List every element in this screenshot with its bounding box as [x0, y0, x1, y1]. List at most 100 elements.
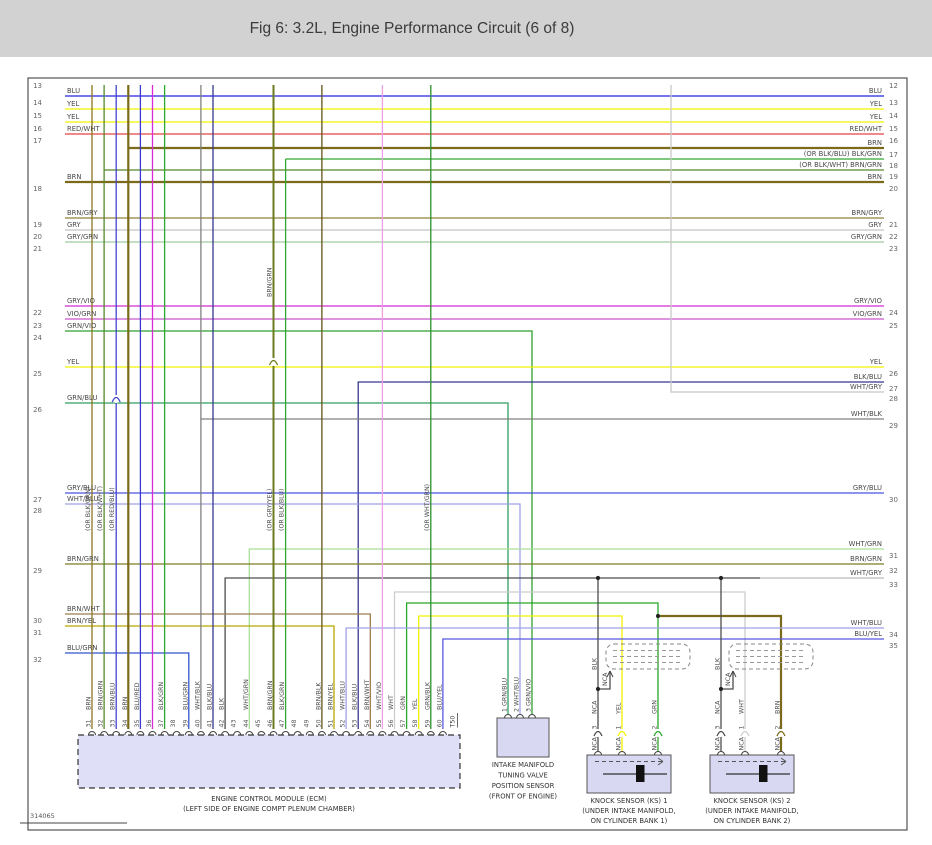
ecm-pin-wire-label: BLK/BLU [207, 683, 214, 710]
intake-pin-label: 1 GRN/BLU [502, 677, 509, 712]
right-pin-number: 14 [889, 112, 898, 120]
ecm-pin-number: 46 [267, 719, 274, 727]
right-pin-number: 24 [889, 309, 898, 317]
right-pin-label: BRN/GRN [850, 555, 882, 563]
right-pin-label: GRY [868, 221, 883, 229]
left-pin-number: 23 [33, 322, 42, 330]
right-pin-number: 16 [889, 137, 898, 145]
ecm-pin-number: 33 [110, 719, 117, 727]
right-pin-label: (OR BLK/BLU) BLK/GRN [804, 150, 882, 158]
ecm-pin-wire-label: BRN/YEL [328, 683, 335, 710]
ecm-pin-wire-label: BRN/GRN [267, 680, 274, 710]
right-pin-label: BLU [869, 87, 882, 95]
ecm-caption: ENGINE CONTROL MODULE (ECM) [211, 795, 327, 803]
ecm-pin-number: 51 [328, 719, 335, 727]
ks-shield-nca-label: NCA [725, 672, 732, 686]
right-pin-label: BLU/YEL [854, 630, 882, 638]
ecm-pin-number: 53 [352, 719, 359, 727]
right-pin-number: 30 [889, 496, 898, 504]
ecm-pin-number: 52 [340, 719, 347, 727]
ecm-pin-number: 50 [315, 719, 322, 727]
right-pin-number: 21 [889, 221, 898, 229]
left-pin-number: 28 [33, 507, 42, 515]
right-pin-label: YEL [869, 358, 882, 366]
ecm-pin-number: 56 [388, 719, 395, 727]
ecm-pin-wire-label: WHT [388, 695, 395, 710]
ecm-pin-wire-label: YEL [412, 698, 419, 711]
right-pin-number: 23 [889, 245, 898, 253]
right-pin-label: WHT/BLU [851, 619, 882, 627]
left-pin-number-partial: 13 [33, 82, 42, 90]
ecm-pin-wire-label: BLU/GRN [182, 682, 189, 710]
left-pin-label: GRN/BLU [67, 394, 97, 402]
ecm-pin-number: 47 [279, 719, 286, 727]
ecm-pin-number: 43 [231, 719, 238, 727]
left-pin-number: 32 [33, 656, 42, 664]
ks-wire-label: BRN [775, 700, 782, 714]
ecm-pin-number: 59 [424, 719, 431, 727]
ecm-pin-wire-label: BRN/BLU [110, 682, 117, 710]
ecm-pin-number: 35 [134, 719, 141, 727]
right-pin-number: 28 [889, 395, 898, 403]
knock-sensor-caption: (UNDER INTAKE MANIFOLD, [705, 807, 798, 815]
right-pin-number: 32 [889, 567, 898, 575]
ecm-caption: (LEFT SIDE OF ENGINE COMPT PLENUM CHAMBE… [183, 805, 355, 813]
left-pin-number: 25 [33, 370, 42, 378]
intake-pin-label: 2 WHT/BLU [514, 677, 521, 712]
ecm-pin-wire-label: WHT/GRN [243, 679, 250, 710]
ecm-pin-wire-label: BLK [219, 697, 226, 710]
right-pin-label: VIO/GRN [853, 310, 882, 318]
right-pin-label: WHT/GRN [849, 540, 882, 548]
right-pin-number: 31 [889, 552, 898, 560]
left-pin-number: 31 [33, 629, 42, 637]
ks-pin-nca-label: NCA [775, 736, 782, 750]
wire-annotation: BRN/GRN [267, 267, 274, 297]
right-pin-label: WHT/GRY [850, 383, 883, 391]
ks-pin-number: 1 [616, 725, 623, 729]
right-pin-number: 34 [889, 631, 898, 639]
ecm-pin-wire-label: BLU/RED [134, 682, 141, 710]
wire-annotation: (OR WHT/GRN) [424, 484, 431, 531]
ecm-pin-wire-label: GRN [400, 696, 407, 710]
ks-wire-nca-label: NCA [592, 700, 599, 714]
right-pin-label: YEL [869, 113, 882, 121]
wire-annotation: (OR GRY/YEL) [267, 489, 274, 531]
right-pin-number: 15 [889, 125, 898, 133]
ecm-pin-wire-label: WHT/BLU [340, 681, 347, 710]
ks-pin-nca-label: NCA [592, 736, 599, 750]
right-pin-label: GRY/BLU [853, 484, 882, 492]
left-pin-number: 26 [33, 406, 42, 414]
left-pin-label: BRN/GRN [67, 555, 99, 563]
right-pin-number: 19 [889, 173, 898, 181]
left-pin-label: BRN [67, 173, 81, 181]
ks-pin-number: 1 [739, 725, 746, 729]
left-pin-number: 27 [33, 496, 42, 504]
left-pin-number: 19 [33, 221, 42, 229]
junction-dot [596, 687, 600, 691]
ks-pin-number: 3 [592, 725, 599, 729]
ecm-pin-number: 49 [303, 719, 310, 727]
knock-sensor-caption: ON CYLINDER BANK 1) [591, 817, 668, 825]
left-pin-label: GRY/GRN [67, 233, 98, 241]
right-pin-number: 13 [889, 99, 898, 107]
right-pin-label: (OR BLK/WHT) BRN/GRN [799, 161, 882, 169]
right-pin-label: GRY/GRN [851, 233, 882, 241]
ecm-pin-number: 57 [400, 719, 407, 727]
ks-pin-number: 2 [775, 725, 782, 729]
ks-wire-nca-label: NCA [715, 700, 722, 714]
right-pin-number: 29 [889, 422, 898, 430]
ks-wire-label: BLK [592, 657, 599, 670]
ecm-pin-number: 38 [170, 719, 177, 727]
ecm-pin-wire-label: BRN [86, 696, 93, 710]
left-pin-number: 29 [33, 567, 42, 575]
ecm-connector-label: T50 [450, 716, 457, 729]
knock-sensor-caption: ON CYLINDER BANK 2) [714, 817, 791, 825]
ks-wire-label: BLK [715, 657, 722, 670]
left-pin-label: BRN/GRY [67, 209, 98, 217]
right-pin-label: WHT/BLK [851, 410, 883, 418]
right-pin-number: 18 [889, 162, 898, 170]
piezo-element [759, 765, 768, 782]
ecm-pin-wire-label: WHT/BLK [194, 680, 201, 710]
intake-sensor-caption: (FRONT OF ENGINE) [489, 793, 557, 801]
left-pin-label: BLU/GRN [67, 644, 97, 652]
